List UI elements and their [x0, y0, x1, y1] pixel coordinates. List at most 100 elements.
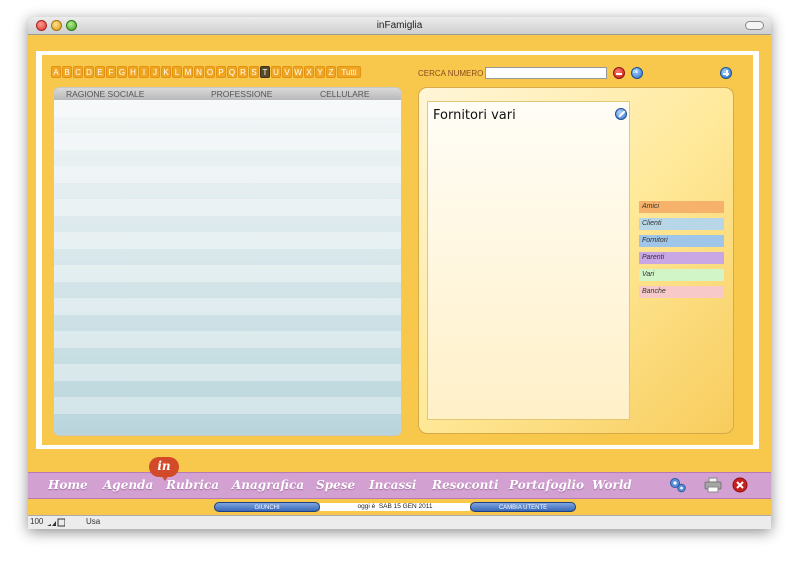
- letter-l[interactable]: L: [172, 66, 182, 78]
- letter-j[interactable]: J: [150, 66, 160, 78]
- letter-u[interactable]: U: [271, 66, 281, 78]
- table-row[interactable]: [54, 133, 401, 150]
- table-row[interactable]: [54, 348, 401, 365]
- category-banche[interactable]: Banche: [639, 286, 724, 298]
- table-row[interactable]: [54, 166, 401, 183]
- printer-icon[interactable]: [704, 477, 722, 493]
- nav-resoconti[interactable]: Resoconti: [432, 478, 499, 492]
- table-row[interactable]: [54, 199, 401, 216]
- letter-d[interactable]: D: [84, 66, 94, 78]
- table-row[interactable]: [54, 183, 401, 200]
- title-bar: inFamiglia: [28, 17, 771, 35]
- letter-g[interactable]: G: [117, 66, 127, 78]
- in-badge-icon: in: [149, 457, 179, 481]
- letter-o[interactable]: O: [205, 66, 215, 78]
- letter-m[interactable]: M: [183, 66, 193, 78]
- user-button[interactable]: GIUNCHI: [214, 502, 320, 512]
- contact-list[interactable]: RAGIONE SOCIALE PROFESSIONE CELLULARE: [53, 87, 402, 436]
- search-input[interactable]: [485, 67, 607, 79]
- column-header-cellulare[interactable]: CELLULARE: [320, 89, 370, 99]
- letter-x[interactable]: X: [304, 66, 314, 78]
- nav-agenda[interactable]: Agenda: [103, 478, 153, 492]
- table-row[interactable]: [54, 364, 401, 381]
- add-contact-icon[interactable]: [720, 67, 732, 79]
- today-date: oggi è SAB 15 GEN 2011: [320, 503, 470, 511]
- category-clienti[interactable]: Clienti: [639, 218, 724, 230]
- letter-r[interactable]: R: [238, 66, 248, 78]
- letter-e[interactable]: E: [95, 66, 105, 78]
- today-label: oggi è: [357, 503, 376, 510]
- letter-n[interactable]: N: [194, 66, 204, 78]
- table-row[interactable]: [54, 397, 401, 414]
- alphabet-filter: A B C D E F G H I J K L M N O P Q R S T U V W X Y Z Tutti: [51, 66, 361, 78]
- mode-label: Usa: [86, 517, 101, 526]
- search-label: CERCA NUMERO: [418, 69, 484, 78]
- nav-world[interactable]: World: [592, 478, 632, 492]
- settings-gears-icon[interactable]: [669, 477, 687, 493]
- bottom-status-bar: 100 Usa: [28, 515, 771, 529]
- letter-s[interactable]: S: [249, 66, 259, 78]
- table-row[interactable]: [54, 117, 401, 134]
- table-row[interactable]: [54, 232, 401, 249]
- close-window-button[interactable]: [36, 20, 47, 31]
- table-row[interactable]: [54, 100, 401, 117]
- nav-rubrica[interactable]: Rubrica: [166, 478, 219, 492]
- column-header-ragione-sociale[interactable]: RAGIONE SOCIALE: [66, 89, 144, 99]
- nav-home[interactable]: Home: [48, 478, 88, 492]
- table-row[interactable]: [54, 265, 401, 282]
- letter-p[interactable]: P: [216, 66, 226, 78]
- letter-all[interactable]: Tutti: [337, 66, 361, 78]
- letter-f[interactable]: F: [106, 66, 116, 78]
- table-row[interactable]: [54, 249, 401, 266]
- table-row[interactable]: [54, 315, 401, 332]
- letter-b[interactable]: B: [62, 66, 72, 78]
- letter-t[interactable]: T: [260, 66, 270, 78]
- card-title: Fornitori vari: [433, 108, 516, 123]
- nav-spese[interactable]: Spese: [316, 478, 355, 492]
- change-user-button[interactable]: CAMBIA UTENTE: [470, 502, 576, 512]
- category-fornitori[interactable]: Fornitori: [639, 235, 724, 247]
- zoom-control-icon[interactable]: [47, 518, 65, 527]
- nav-anagrafica[interactable]: Anagrafica: [232, 478, 304, 492]
- status-line: GIUNCHI oggi è SAB 15 GEN 2011 CAMBIA UT…: [214, 502, 576, 512]
- letter-y[interactable]: Y: [315, 66, 325, 78]
- list-rows: [54, 100, 401, 435]
- table-row[interactable]: [54, 414, 401, 431]
- detail-panel: Fornitori vari Amici Clienti Fornitori Pare…: [418, 87, 734, 434]
- table-row[interactable]: [54, 216, 401, 233]
- window-title: inFamiglia: [376, 20, 423, 31]
- edit-icon[interactable]: [615, 108, 627, 120]
- category-amici[interactable]: Amici: [639, 201, 724, 213]
- exit-icon[interactable]: [732, 477, 748, 493]
- zoom-level[interactable]: 100: [30, 517, 43, 526]
- letter-c[interactable]: C: [73, 66, 83, 78]
- nav-portafoglio[interactable]: Portafoglio: [509, 478, 584, 492]
- letter-k[interactable]: K: [161, 66, 171, 78]
- toolbar-toggle-button[interactable]: [745, 21, 764, 30]
- letter-z[interactable]: Z: [326, 66, 336, 78]
- list-header: RAGIONE SOCIALE PROFESSIONE CELLULARE: [54, 88, 401, 100]
- minimize-window-button[interactable]: [51, 20, 62, 31]
- table-row[interactable]: [54, 381, 401, 398]
- table-row[interactable]: [54, 282, 401, 299]
- category-list: Amici Clienti Fornitori Parenti Vari Banche: [639, 201, 724, 298]
- letter-q[interactable]: Q: [227, 66, 237, 78]
- letter-w[interactable]: W: [293, 66, 303, 78]
- search-go-icon[interactable]: [631, 67, 643, 79]
- letter-i[interactable]: I: [139, 66, 149, 78]
- category-vari[interactable]: Vari: [639, 269, 724, 281]
- column-header-professione[interactable]: PROFESSIONE: [211, 89, 272, 99]
- main-nav: Home Agenda in Rubrica Anagrafica Spese …: [28, 457, 771, 499]
- letter-v[interactable]: V: [282, 66, 292, 78]
- table-row[interactable]: [54, 150, 401, 167]
- table-row[interactable]: [54, 298, 401, 315]
- clear-search-icon[interactable]: [613, 67, 625, 79]
- table-row[interactable]: [54, 331, 401, 348]
- nav-incassi[interactable]: Incassi: [369, 478, 417, 492]
- app-window: inFamiglia A B C D E F G H I J K L M N O P Q R S T U V W X Y Z Tut…: [28, 17, 771, 529]
- letter-a[interactable]: A: [51, 66, 61, 78]
- category-parenti[interactable]: Parenti: [639, 252, 724, 264]
- letter-h[interactable]: H: [128, 66, 138, 78]
- date-value: SAB 15 GEN 2011: [378, 503, 433, 510]
- zoom-window-button[interactable]: [66, 20, 77, 31]
